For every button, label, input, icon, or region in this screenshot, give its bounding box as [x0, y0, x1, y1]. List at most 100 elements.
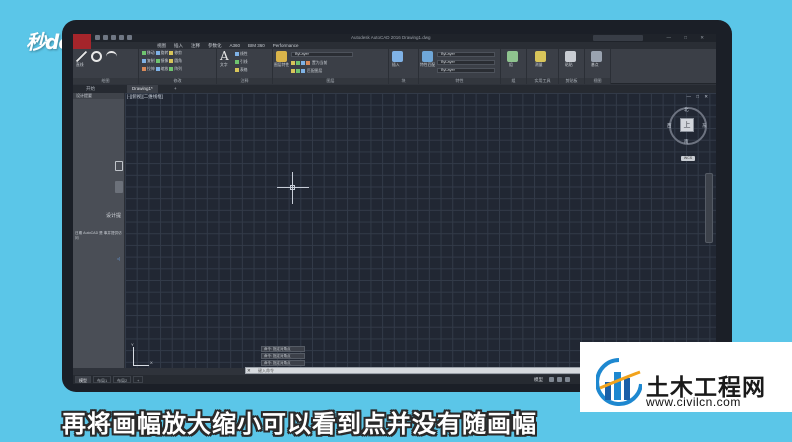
drawing-canvas[interactable]: [-][俯视][二维线框] — □ ✕ 上 北 南 东 西 WCS X Y [125, 93, 716, 368]
navigation-bar[interactable] [705, 173, 713, 243]
quick-access-toolbar [95, 35, 132, 40]
paste-label: 粘贴 [565, 63, 573, 67]
ucs-x-axis [133, 365, 149, 366]
new-tab-button[interactable]: + [169, 85, 182, 93]
wcs-menu[interactable]: WCS [681, 156, 695, 161]
menu-item[interactable]: BIM 360 [248, 42, 265, 49]
viewcube-north[interactable]: 北 [684, 107, 689, 113]
group-label: 实用工具 [527, 78, 558, 84]
ucs-y-label: Y [131, 342, 134, 347]
add-layout-button[interactable]: + [133, 376, 144, 383]
status-model-button[interactable]: 模型 [534, 376, 543, 383]
insert-block-icon[interactable] [392, 51, 403, 62]
line-icon[interactable] [76, 51, 87, 62]
civilcn-logo-icon [596, 358, 642, 406]
linetype-combo[interactable]: ByLayer [437, 60, 495, 65]
command-history-line: 命令: 指定对角点 [261, 353, 305, 359]
layer-properties-label: 图层特性 [274, 63, 290, 67]
status-toggles [549, 377, 570, 382]
lock-icon[interactable] [115, 161, 123, 171]
menu-item[interactable]: A360 [230, 42, 241, 49]
grid-icon[interactable] [549, 377, 554, 382]
viewport-controls[interactable]: [-][俯视][二维线框] [127, 94, 163, 100]
ribbon-group-utilities: 测量 实用工具 [527, 49, 559, 84]
search-input[interactable] [593, 35, 643, 41]
group-label: 块 [389, 78, 418, 84]
tab-layout1[interactable]: 布局1 [93, 376, 112, 383]
circle-icon[interactable] [91, 51, 102, 62]
ribbon-group-annotate: A 文字 线性 引线 表格 注释 [217, 49, 273, 84]
color-combo[interactable]: ByLayer [437, 52, 495, 57]
ribbon-group-view: 基点 视图 [585, 49, 611, 84]
viewcube-east[interactable]: 东 [702, 123, 707, 129]
group-label: 组 [501, 78, 526, 84]
lineweight-combo[interactable]: ByLayer [437, 68, 495, 73]
save-icon[interactable] [111, 35, 116, 40]
group-label: 剪贴板 [559, 78, 584, 84]
window-controls[interactable]: — □ ✕ [667, 34, 711, 42]
file-tabs: 开始 Drawing1* + [73, 85, 716, 93]
close-command-icon[interactable]: ✕ [247, 368, 251, 374]
match-properties-icon[interactable] [422, 51, 433, 62]
ortho-icon[interactable] [565, 377, 570, 382]
text-label: 文字 [220, 63, 228, 67]
ribbon-group-clipboard: 粘贴 剪贴板 [559, 49, 585, 84]
arc-icon[interactable] [106, 51, 117, 62]
group-label: 绘图 [73, 78, 138, 84]
group-icon[interactable] [507, 51, 518, 62]
video-subtitle: 再将画幅放大缩小可以看到点并没有随画幅 [62, 410, 537, 438]
title-bar: Autodesk AutoCAD 2016 Drawing1.dwg — □ ✕ [73, 34, 716, 42]
match-properties-label: 特性匹配 [420, 63, 436, 67]
ribbon-group-properties: 特性匹配 ByLayer ByLayer ByLayer 特性 [419, 49, 501, 84]
command-history: 命令: 指定对角点 命令: 指定对角点 命令: 指定对角点 [261, 346, 305, 367]
measure-icon[interactable] [535, 51, 546, 62]
viewcube-south[interactable]: 南 [684, 139, 689, 145]
tab-layout2[interactable]: 布局2 [113, 376, 132, 383]
menu-item[interactable]: Performance [273, 42, 299, 49]
group-label: 视图 [585, 78, 610, 84]
canvas-window-controls[interactable]: — □ ✕ [687, 94, 711, 100]
tab-drawing1[interactable]: Drawing1* [127, 85, 158, 93]
viewcube-face[interactable]: 上 [680, 118, 694, 132]
line-label: 直线 [76, 63, 84, 67]
ribbon-group-block: 插入 块 [389, 49, 419, 84]
new-icon[interactable] [95, 35, 100, 40]
tab-start[interactable]: 开始 [81, 85, 100, 93]
layer-combo[interactable]: ByLayer [291, 52, 353, 57]
command-history-line: 命令: 指定对角点 [261, 346, 305, 352]
open-icon[interactable] [103, 35, 108, 40]
palette-description: 日期 AutoCAD 是 事并提供访问 [75, 231, 122, 240]
base-view-icon[interactable] [591, 51, 602, 62]
watermark-url: www.civilcn.com [646, 395, 741, 409]
redo-icon[interactable] [127, 35, 132, 40]
palette-toggle-button[interactable] [115, 181, 123, 193]
measure-label: 测量 [535, 63, 543, 67]
paste-icon[interactable] [565, 51, 576, 62]
palette-header: 设计提要 [73, 93, 124, 99]
snap-icon[interactable] [557, 377, 562, 382]
group-label-big: 组 [509, 63, 513, 67]
insert-label: 插入 [392, 63, 400, 67]
ribbon-group-groups: 组 组 [501, 49, 527, 84]
base-label: 基点 [591, 63, 599, 67]
undo-icon[interactable] [119, 35, 124, 40]
palette-expand-icon[interactable]: ◁ [117, 256, 120, 261]
text-icon[interactable]: A [220, 50, 231, 62]
viewcube-west[interactable]: 西 [667, 123, 672, 129]
ribbon-group-draw: 直线 绘图 [73, 49, 139, 84]
application-button[interactable] [73, 34, 91, 50]
menu-item[interactable]: 视图 [157, 42, 166, 49]
ribbon: 直线 绘图 移动 旋转 修剪 复制 镜像 圆角 拉伸 缩放 阵列 修改 A 文字… [73, 49, 716, 84]
layer-properties-icon[interactable] [276, 51, 287, 62]
group-label: 图层 [273, 78, 388, 84]
app-title: Autodesk AutoCAD 2016 Drawing1.dwg [351, 35, 431, 40]
menu-bar: 视图 插入 注释 参数化 A360 BIM 360 Performance [91, 42, 716, 49]
menu-item[interactable]: 参数化 [208, 42, 222, 49]
command-history-line: 命令: 指定对角点 [261, 360, 305, 366]
crosshair-pickbox [290, 185, 295, 190]
tab-model[interactable]: 模型 [75, 376, 91, 383]
design-feed-palette: 设计提要 设计提 日期 AutoCAD 是 事并提供访问 ◁ [73, 93, 125, 368]
menu-item[interactable]: 注释 [191, 42, 200, 49]
ribbon-group-modify: 移动 旋转 修剪 复制 镜像 圆角 拉伸 缩放 阵列 修改 [139, 49, 217, 84]
menu-item[interactable]: 插入 [174, 42, 183, 49]
